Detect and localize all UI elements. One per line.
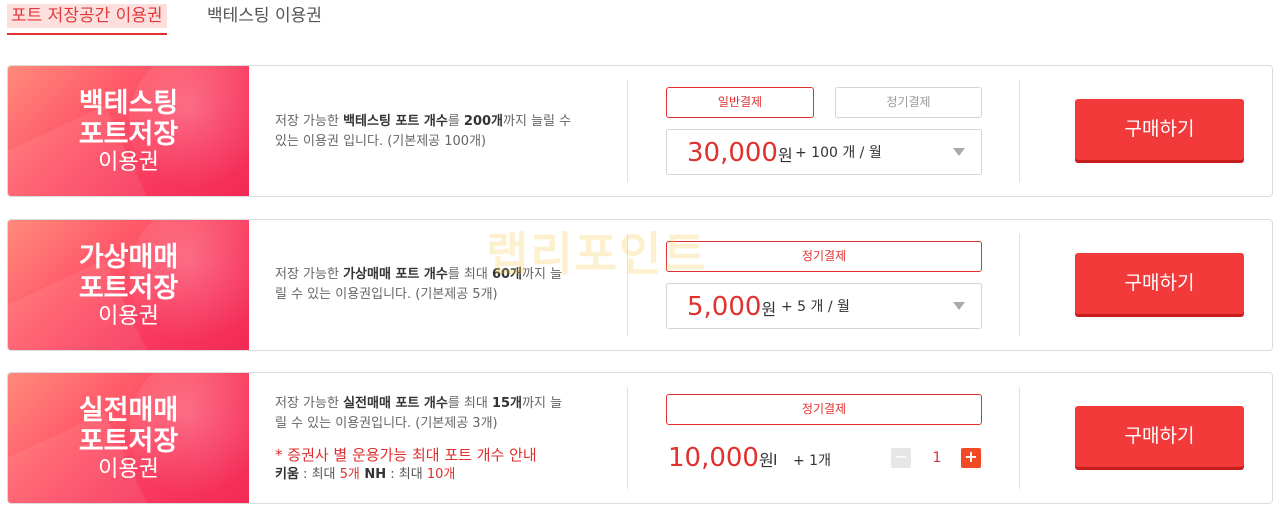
price-value: 5,000원 bbox=[687, 292, 777, 322]
recurring-payment-button[interactable]: 정기결제 bbox=[666, 241, 982, 272]
banner-subtitle: 이용권 bbox=[98, 150, 159, 175]
recurring-payment-button[interactable]: 정기결제 bbox=[666, 394, 982, 425]
banner-title-line2: 포트저장 bbox=[78, 119, 179, 150]
desc-text: 를 최대 bbox=[447, 396, 492, 411]
divider bbox=[1019, 234, 1020, 336]
plan-description: 저장 가능한 실전매매 포트 개수를 최대 15개까지 늘 릴 수 있는 이용권… bbox=[275, 394, 605, 434]
tab-bar: 포트 저장공간 이용권 백테스팅 이용권 bbox=[0, 0, 1280, 40]
banner-title-line1: 실전매매 bbox=[78, 395, 179, 426]
plan-card-virtual-trading: 가상매매 포트저장 이용권 저장 가능한 가상매매 포트 개수를 최대 60개까… bbox=[7, 219, 1273, 351]
tab-port-storage[interactable]: 포트 저장공간 이용권 bbox=[7, 4, 167, 35]
tab-backtesting[interactable]: 백테스팅 이용권 bbox=[207, 4, 322, 28]
quantity-decrement-button[interactable]: − bbox=[891, 448, 911, 468]
quantity-label: + 5 개 / 월 bbox=[781, 299, 850, 315]
buy-button[interactable]: 구매하기 bbox=[1075, 406, 1244, 467]
desc-emphasis: 백테스팅 포트 개수 bbox=[343, 114, 448, 129]
desc-text: 까지 늘릴 수 bbox=[503, 114, 572, 129]
desc-line2: 릴 수 있는 이용권입니다. (기본제공 3개) bbox=[275, 416, 498, 431]
price-select[interactable]: 30,000원 + 100 개 / 월 bbox=[666, 129, 982, 175]
plan-description: 저장 가능한 가상매매 포트 개수를 최대 60개까지 늘 릴 수 있는 이용권… bbox=[275, 265, 605, 305]
desc-text: 저장 가능한 bbox=[275, 114, 344, 129]
divider bbox=[627, 234, 628, 336]
divider bbox=[1019, 80, 1020, 182]
desc-emphasis: 실전매매 포트 개수 bbox=[343, 396, 448, 411]
quantity-label: + 1개 bbox=[793, 453, 831, 469]
quantity-stepper-value[interactable]: 1 bbox=[922, 448, 952, 468]
broker-limit-value: 10개 bbox=[426, 467, 456, 482]
broker-name: NH bbox=[359, 467, 387, 482]
buy-button[interactable]: 구매하기 bbox=[1075, 99, 1244, 160]
plan-banner: 가상매매 포트저장 이용권 bbox=[8, 220, 249, 350]
currency-label: 원 bbox=[758, 451, 774, 470]
desc-emphasis: 200개 bbox=[463, 114, 504, 129]
quantity-increment-button[interactable]: + bbox=[961, 448, 981, 468]
banner-subtitle: 이용권 bbox=[98, 304, 159, 329]
price-separator: I bbox=[773, 451, 778, 469]
currency-label: 원 bbox=[761, 300, 777, 319]
divider bbox=[1019, 387, 1020, 489]
price-select[interactable]: 5,000원 + 5 개 / 월 bbox=[666, 283, 982, 329]
desc-text: 까지 늘 bbox=[522, 267, 563, 282]
quantity-label: + 100 개 / 월 bbox=[795, 145, 882, 161]
desc-text: 저장 가능한 bbox=[275, 396, 344, 411]
broker-text: : 최대 bbox=[298, 467, 340, 482]
price-value: 30,000원 bbox=[687, 138, 793, 168]
plan-description: 저장 가능한 백테스팅 포트 개수를 200개까지 늘릴 수 있는 이용권 입니… bbox=[275, 112, 605, 152]
desc-line2: 릴 수 있는 이용권입니다. (기본제공 5개) bbox=[275, 287, 498, 302]
broker-limits: 키움 : 최대 5개 NH : 최대 10개 bbox=[275, 466, 455, 484]
desc-emphasis: 가상매매 포트 개수 bbox=[343, 267, 448, 282]
banner-title-line1: 백테스팅 bbox=[78, 88, 179, 119]
buy-button[interactable]: 구매하기 bbox=[1075, 253, 1244, 314]
desc-text: 를 최대 bbox=[447, 267, 492, 282]
desc-text: 를 bbox=[447, 114, 464, 129]
plan-banner: 백테스팅 포트저장 이용권 bbox=[8, 66, 249, 196]
plan-card-backtesting: 백테스팅 포트저장 이용권 저장 가능한 백테스팅 포트 개수를 200개까지 … bbox=[7, 65, 1273, 197]
chevron-down-icon bbox=[953, 148, 965, 156]
plan-banner: 실전매매 포트저장 이용권 bbox=[8, 373, 249, 503]
price-value: 10,000원 bbox=[668, 443, 774, 473]
plan-card-real-trading: 실전매매 포트저장 이용권 저장 가능한 실전매매 포트 개수를 최대 15개까… bbox=[7, 372, 1273, 504]
broker-limit-notice: * 증권사 별 운용가능 최대 포트 개수 안내 bbox=[275, 446, 537, 464]
desc-emphasis: 15개 bbox=[491, 396, 523, 411]
divider bbox=[627, 80, 628, 182]
banner-subtitle: 이용권 bbox=[98, 457, 159, 482]
banner-title-line1: 가상매매 bbox=[78, 242, 179, 273]
desc-text: 저장 가능한 bbox=[275, 267, 344, 282]
recurring-payment-button[interactable]: 정기결제 bbox=[835, 87, 982, 118]
desc-line2: 있는 이용권 입니다. (기본제공 100개) bbox=[275, 134, 487, 149]
chevron-down-icon bbox=[953, 302, 965, 310]
desc-text: 까지 늘 bbox=[522, 396, 563, 411]
broker-text: : 최대 bbox=[386, 467, 427, 482]
desc-emphasis: 60개 bbox=[491, 267, 523, 282]
banner-title-line2: 포트저장 bbox=[78, 426, 179, 457]
divider bbox=[627, 387, 628, 489]
banner-title-line2: 포트저장 bbox=[78, 273, 179, 304]
currency-label: 원 bbox=[777, 146, 793, 165]
broker-limit-value: 5개 bbox=[339, 467, 360, 482]
broker-name: 키움 bbox=[275, 467, 299, 482]
general-payment-button[interactable]: 일반결제 bbox=[666, 87, 814, 118]
